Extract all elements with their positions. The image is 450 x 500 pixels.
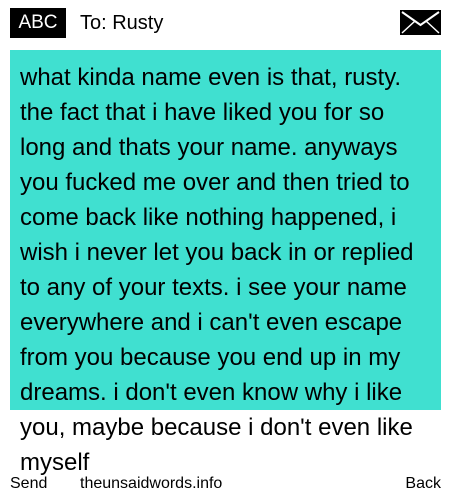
back-softkey[interactable]: Back (405, 474, 441, 494)
input-mode-badge[interactable]: ABC (10, 8, 66, 38)
message-text: what kinda name even is that, rusty. the… (20, 64, 414, 476)
center-softkey[interactable]: theunsaidwords.info (80, 474, 222, 494)
send-softkey[interactable]: Send (10, 474, 47, 494)
softkey-bar: Send theunsaidwords.info Back (0, 470, 450, 500)
message-header: ABC To: Rusty (0, 0, 450, 44)
message-body-field[interactable]: what kinda name even is that, rusty. the… (10, 50, 441, 500)
recipient-label: To: Rusty (80, 12, 164, 34)
envelope-icon (400, 10, 441, 35)
